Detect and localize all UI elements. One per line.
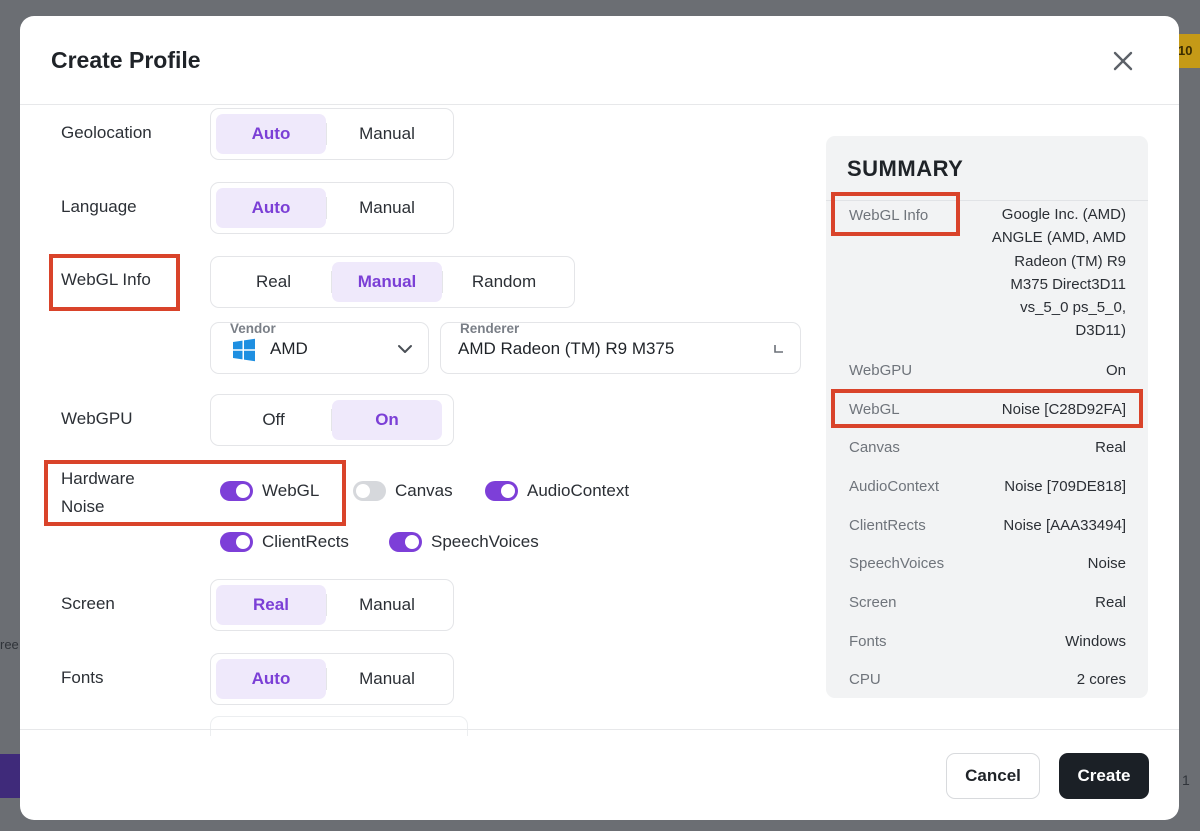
- resize-handle-icon[interactable]: [773, 343, 785, 355]
- fonts-label: Fonts: [61, 668, 104, 687]
- fonts-segmented-control: Auto Manual: [210, 653, 454, 705]
- language-option-auto[interactable]: Auto: [216, 188, 326, 228]
- renderer-value: AMD Radeon (TM) R9 M375: [458, 339, 675, 358]
- geolocation-option-auto[interactable]: Auto: [216, 114, 326, 154]
- webgpu-label: WebGPU: [61, 409, 133, 428]
- vendor-label: Vendor: [230, 321, 276, 336]
- summary-value-line: D3D11): [1075, 322, 1126, 340]
- close-icon: [1113, 51, 1133, 71]
- toggle-speechvoices[interactable]: SpeechVoices: [389, 532, 539, 552]
- summary-value-line: M375 Direct3D11: [1010, 275, 1126, 293]
- toggle-knob: [501, 484, 515, 498]
- toggle-clientrects[interactable]: ClientRects: [220, 532, 349, 552]
- summary-key-cpu: CPU: [849, 671, 881, 688]
- screen-segmented-control: Real Manual: [210, 579, 454, 631]
- summary-key-screen: Screen: [849, 594, 897, 611]
- summary-value-webgl: Noise [C28D92FA]: [1001, 401, 1126, 418]
- fonts-option-auto[interactable]: Auto: [216, 659, 326, 699]
- language-label: Language: [61, 197, 137, 216]
- toggle-knob: [236, 535, 250, 549]
- background-text-right: 1: [1182, 772, 1190, 788]
- divider: [826, 200, 1148, 201]
- toggle-switch: [485, 481, 518, 501]
- renderer-field[interactable]: Renderer AMD Radeon (TM) R9 M375: [440, 321, 801, 374]
- background-badge-text: 10: [1178, 43, 1193, 58]
- summary-key-fonts: Fonts: [849, 633, 887, 650]
- windows-icon: [233, 338, 255, 362]
- toggle-canvas[interactable]: Canvas: [353, 481, 453, 501]
- vendor-select[interactable]: Vendor AMD: [210, 321, 429, 374]
- summary-key-canvas: Canvas: [849, 439, 900, 456]
- language-segmented-control: Auto Manual: [210, 182, 454, 234]
- summary-key-speechvoices: SpeechVoices: [849, 555, 945, 572]
- modal-header: Create Profile: [20, 16, 1179, 105]
- summary-value-audiocontext: Noise [709DE818]: [1004, 478, 1126, 495]
- screen-option-real[interactable]: Real: [216, 585, 326, 625]
- vendor-value: AMD: [270, 339, 308, 358]
- webgl-info-option-manual[interactable]: Manual: [332, 262, 442, 302]
- summary-value-fonts: Windows: [1065, 633, 1126, 650]
- toggle-webgl[interactable]: WebGL: [220, 481, 319, 501]
- geolocation-label: Geolocation: [61, 123, 152, 142]
- toggle-audiocontext-label: AudioContext: [527, 481, 630, 500]
- create-profile-modal: Create Profile Geolocation Auto Manual L…: [20, 16, 1179, 820]
- geolocation-segmented-control: Auto Manual: [210, 108, 454, 160]
- summary-key-webgpu: WebGPU: [849, 362, 913, 379]
- screen-label: Screen: [61, 594, 115, 613]
- language-option-manual[interactable]: Manual: [327, 188, 447, 228]
- summary-value-line: vs_5_0 ps_5_0,: [1020, 299, 1126, 317]
- summary-value-webgl-info: Google Inc. (AMD) ANGLE (AMD, AMD Radeon…: [976, 203, 1126, 343]
- modal-footer: Cancel Create: [20, 729, 1179, 820]
- webgl-info-segmented-control: Real Manual Random: [210, 256, 575, 308]
- webgl-info-label: WebGL Info: [61, 270, 151, 289]
- summary-key-clientrects: ClientRects: [849, 517, 926, 534]
- toggle-knob: [356, 484, 370, 498]
- toggle-knob: [405, 535, 419, 549]
- summary-value-line: Radeon (TM) R9: [1014, 252, 1126, 270]
- toggle-switch: [353, 481, 386, 501]
- toggle-switch: [220, 481, 253, 501]
- close-button[interactable]: [1108, 46, 1138, 76]
- summary-value-speechvoices: Noise: [1087, 555, 1126, 572]
- toggle-knob: [236, 484, 250, 498]
- summary-value-clientrects: Noise [AAA33494]: [1003, 517, 1126, 534]
- geolocation-option-manual[interactable]: Manual: [327, 114, 447, 154]
- toggle-canvas-label: Canvas: [395, 481, 453, 500]
- toggle-webgl-label: WebGL: [262, 481, 320, 500]
- toggle-speechvoices-label: SpeechVoices: [431, 532, 539, 551]
- webgpu-option-off[interactable]: Off: [216, 400, 331, 440]
- create-button[interactable]: Create: [1059, 753, 1149, 799]
- summary-key-audiocontext: AudioContext: [849, 478, 940, 495]
- modal-title: Create Profile: [51, 47, 201, 73]
- summary-value-screen: Real: [1095, 594, 1126, 611]
- cancel-button[interactable]: Cancel: [946, 753, 1040, 799]
- summary-key-webgl-info: WebGL Info: [849, 207, 929, 224]
- summary-key-webgl: WebGL: [849, 401, 900, 418]
- toggle-switch: [389, 532, 422, 552]
- chevron-down-icon: [398, 345, 412, 353]
- background-bar: [0, 754, 20, 798]
- webgpu-option-on[interactable]: On: [332, 400, 442, 440]
- webgpu-segmented-control: Off On: [210, 394, 454, 446]
- summary-value-line: Google Inc. (AMD): [1001, 206, 1126, 223]
- screen-option-manual[interactable]: Manual: [327, 585, 447, 625]
- webgl-info-option-real[interactable]: Real: [216, 262, 331, 302]
- hardware-noise-label-line2: Noise: [61, 497, 105, 516]
- toggle-clientrects-label: ClientRects: [262, 532, 349, 551]
- summary-panel: SUMMARY WebGL Info Google Inc. (AMD) ANG…: [826, 136, 1148, 698]
- summary-value-cpu: 2 cores: [1076, 671, 1126, 688]
- summary-title: SUMMARY: [847, 156, 964, 181]
- toggle-switch: [220, 532, 253, 552]
- renderer-label: Renderer: [460, 321, 520, 336]
- summary-value-canvas: Real: [1095, 439, 1126, 456]
- hardware-noise-label-line1: Hardware: [61, 469, 135, 488]
- toggle-audiocontext[interactable]: AudioContext: [485, 481, 629, 501]
- webgl-info-option-random[interactable]: Random: [443, 262, 565, 302]
- summary-value-line: ANGLE (AMD, AMD: [991, 229, 1126, 247]
- summary-value-webgpu: On: [1105, 362, 1126, 379]
- background-text: ree: [0, 637, 19, 652]
- fonts-option-manual[interactable]: Manual: [327, 659, 447, 699]
